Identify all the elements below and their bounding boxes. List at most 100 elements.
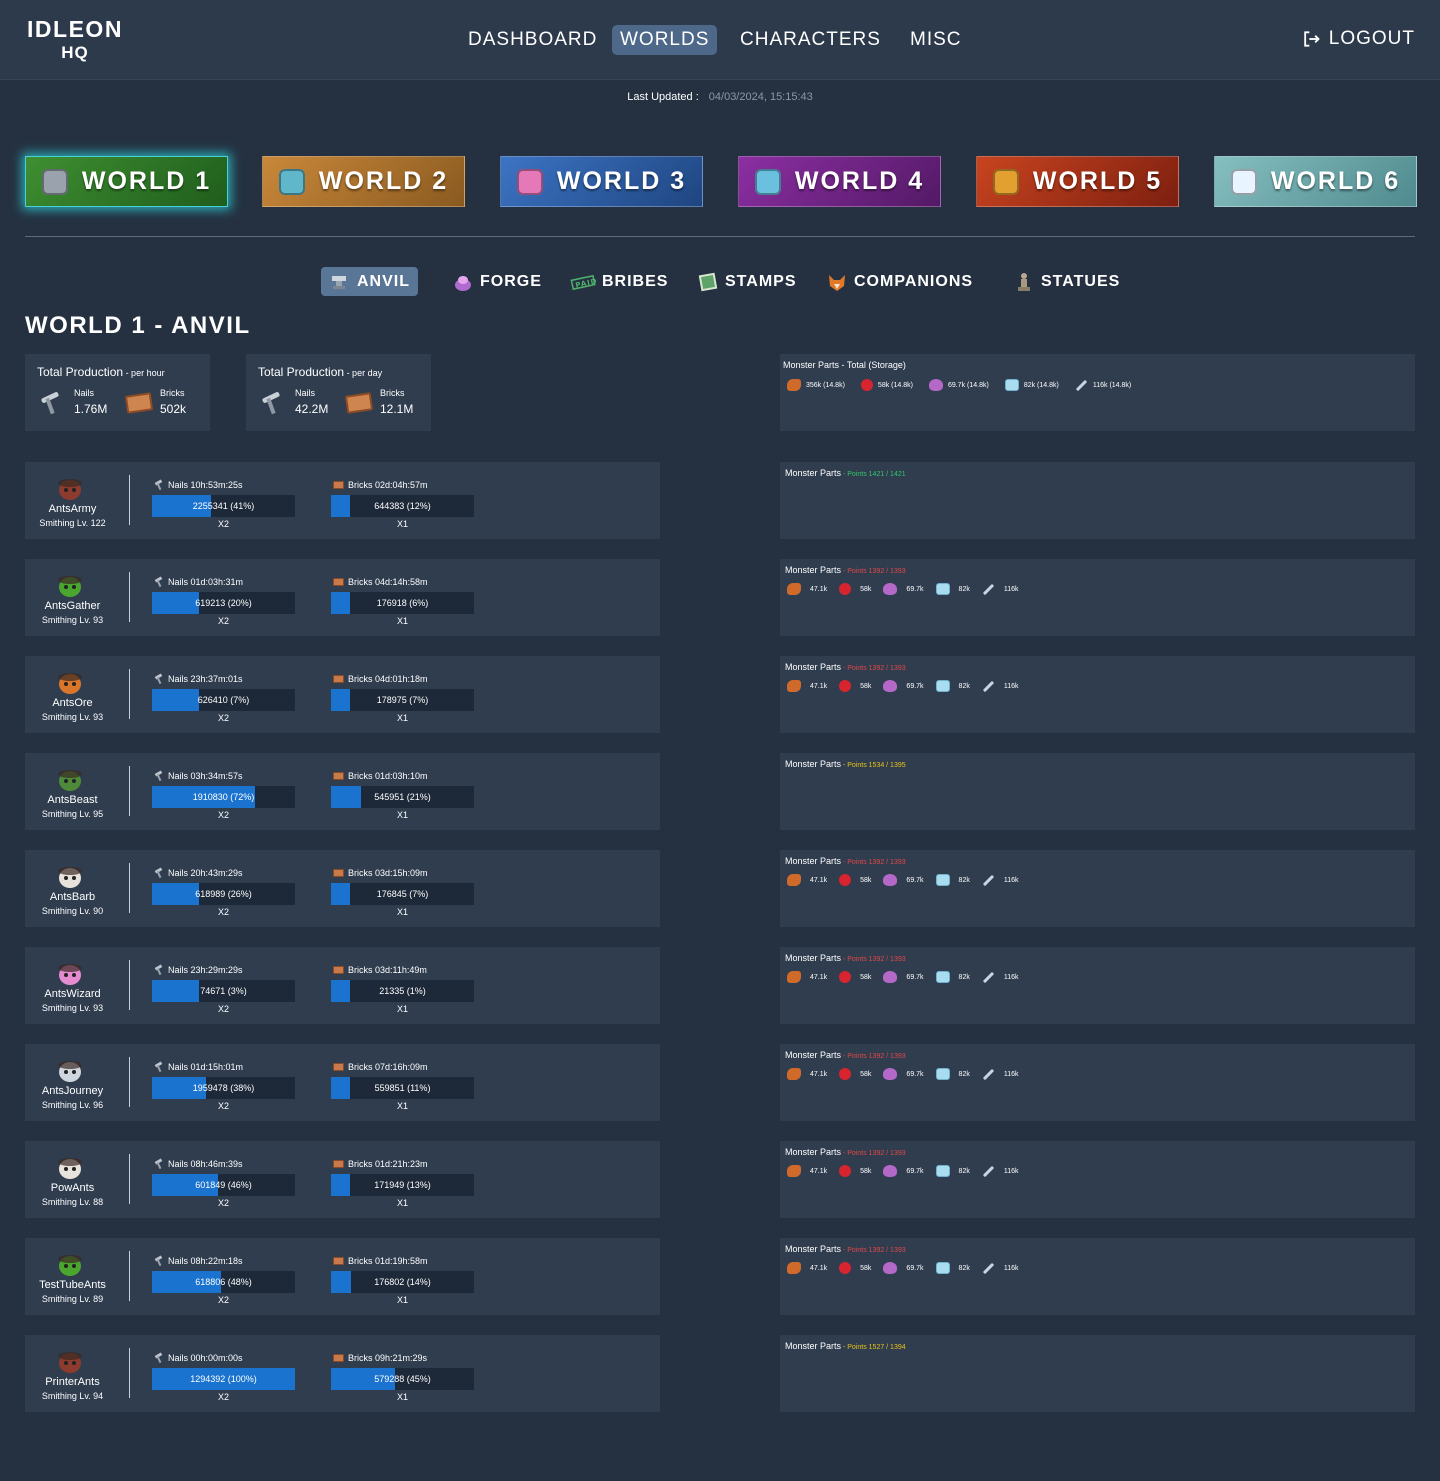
character-avatar	[55, 862, 85, 890]
bricks-timer: Bricks 03d:15h:09m	[333, 868, 428, 878]
tab-stamps[interactable]: STAMPS	[689, 267, 804, 296]
nails-progress-text: 626410 (7%)	[197, 695, 250, 705]
vertical-divider	[129, 1057, 130, 1107]
nav-worlds[interactable]: WORLDS	[612, 25, 718, 55]
vertical-divider	[129, 572, 130, 622]
bricks-timer: Bricks 09h:21m:29s	[333, 1353, 427, 1363]
nails-icon	[154, 868, 164, 878]
monster-part-total: 116k (14.8k)	[1075, 379, 1131, 391]
bricks-time: Bricks 03d:11h:49m	[348, 965, 427, 975]
nails-icon	[154, 965, 164, 975]
monster-parts-total-card: Monster Parts - Total (Storage) 356k (14…	[780, 354, 1415, 431]
monster-parts-points: - Points 1392 / 1393	[841, 568, 906, 575]
character-name: AntsJourney	[41, 1085, 104, 1097]
world-6-button[interactable]: WORLD 6	[1214, 156, 1417, 207]
world-5-icon	[992, 168, 1019, 195]
ice-cube-part-icon	[935, 1165, 950, 1177]
character-anvil-card: AntsArmy Smithing Lv. 122 Nails 10h:53m:25…	[25, 462, 660, 539]
monster-parts-label: Monster Parts	[785, 1341, 842, 1351]
tab-forge[interactable]: FORGE	[444, 267, 550, 296]
monster-part: 47.1k	[787, 1165, 827, 1177]
world-1-icon	[41, 168, 68, 195]
monster-part: 69.7k	[883, 583, 924, 595]
world-5-button[interactable]: WORLD 5	[976, 156, 1179, 207]
monster-parts-title: Monster Parts - Points 1527 / 1394	[785, 1341, 906, 1351]
nails-multiplier: X2	[217, 519, 229, 529]
world-4-button[interactable]: WORLD 4	[738, 156, 941, 207]
character-monster-parts-card: Monster Parts - Points 1534 / 1395	[780, 753, 1415, 830]
needle-part-icon	[982, 1262, 995, 1274]
nails-multiplier: X2	[217, 1004, 229, 1014]
purple-crystal-part-icon	[928, 379, 943, 391]
ice-cube-part-icon	[935, 1262, 950, 1274]
tab-bribes[interactable]: PAID BRIBES	[562, 267, 676, 296]
tab-forge-label: FORGE	[480, 272, 542, 290]
needle-part-icon	[982, 1165, 995, 1177]
monster-parts-title: Monster Parts - Points 1534 / 1395	[785, 759, 906, 769]
monster-part-value: 82k	[958, 1264, 970, 1272]
world-3-button[interactable]: WORLD 3	[500, 156, 703, 207]
tab-companions[interactable]: COMPANIONS	[818, 267, 981, 296]
nails-icon	[154, 1159, 164, 1169]
monster-parts-points: - Points 1392 / 1393	[841, 859, 906, 866]
character-anvil-card: AntsBarb Smithing Lv. 90 Nails 20h:43m:29s…	[25, 850, 660, 927]
nav-dashboard[interactable]: DASHBOARD	[460, 25, 605, 55]
character-smithing-level: Smithing Lv. 90	[41, 906, 104, 916]
bricks-timer: Bricks 04d:01h:18m	[333, 674, 428, 684]
bricks-progress-text: 579288 (45%)	[374, 1374, 431, 1384]
character-avatar	[55, 474, 85, 502]
nails-icon	[259, 390, 287, 416]
monster-parts-title: Monster Parts - Points 1392 / 1393	[785, 1147, 906, 1157]
world-4-icon	[754, 168, 781, 195]
cherry-part-icon	[839, 583, 852, 595]
monster-parts-points: - Points 1392 / 1393	[841, 1247, 906, 1254]
character-name: AntsBarb	[49, 891, 96, 903]
vertical-divider	[129, 1348, 130, 1398]
nails-time: Nails 10h:53m:25s	[168, 480, 243, 490]
monster-parts-list: 47.1k 58k 69.7k 82k 116k	[787, 583, 1019, 595]
tab-statues[interactable]: STATUES	[1005, 267, 1128, 296]
world-2-button[interactable]: WORLD 2	[262, 156, 465, 207]
monster-part: 82k	[935, 583, 970, 595]
world-1-button[interactable]: WORLD 1	[25, 156, 228, 207]
monster-part-value: 58k	[860, 1264, 872, 1272]
monster-part-value: 47.1k	[810, 585, 828, 593]
monster-part: 47.1k	[787, 680, 827, 692]
nails-progress-text: 1910830 (72%)	[192, 792, 255, 802]
monster-part-total: 356k (14.8k)	[787, 379, 845, 391]
bricks-icon	[333, 869, 344, 877]
nav-misc[interactable]: MISC	[902, 25, 970, 55]
character-smithing-level: Smithing Lv. 122	[39, 518, 106, 528]
monster-part-value: 47.1k	[810, 682, 828, 690]
nails-timer: Nails 01d:03h:31m	[154, 577, 243, 587]
last-updated-value: 04/03/2024, 15:15:43	[708, 91, 813, 103]
nav-characters[interactable]: CHARACTERS	[732, 25, 889, 55]
vertical-divider	[129, 669, 130, 719]
meat-part-icon	[787, 680, 801, 692]
purple-crystal-part-icon	[883, 971, 898, 983]
nails-icon	[154, 674, 164, 684]
monster-parts-title: Monster Parts - Points 1392 / 1393	[785, 1050, 906, 1060]
monster-part-value: 69.7k	[906, 1167, 924, 1175]
character-smithing-level: Smithing Lv. 95	[41, 809, 104, 819]
character-monster-parts-card: Monster Parts - Points 1392 / 1393 47.1k 5…	[780, 656, 1415, 733]
monster-parts-title: Monster Parts - Points 1392 / 1393	[785, 856, 906, 866]
character-avatar	[55, 1153, 85, 1181]
total-day-title: Total Production - per day	[258, 365, 382, 379]
tab-anvil[interactable]: ANVIL	[321, 267, 418, 296]
bricks-icon	[333, 1160, 344, 1168]
nails-multiplier: X2	[217, 1198, 229, 1208]
nails-icon	[38, 390, 66, 416]
bricks-time: Bricks 01d:03h:10m	[348, 771, 428, 781]
total-day-nails: Nails 42.2M	[259, 388, 328, 416]
logout-button[interactable]: LOGOUT	[1301, 28, 1415, 50]
last-updated-label: Last Updated :	[627, 91, 699, 103]
character-name: PowAnts	[50, 1182, 95, 1194]
character-name: AntsBeast	[47, 794, 98, 806]
nails-timer: Nails 08h:46m:39s	[154, 1159, 243, 1169]
app-logo[interactable]: IDLEON HQ	[25, 18, 125, 62]
monster-part: 116k	[982, 1165, 1019, 1177]
total-day-subtitle: - per day	[344, 368, 383, 378]
nails-progress-bar: 618806 (48%)	[152, 1271, 295, 1293]
monster-parts-label: Monster Parts	[785, 1147, 842, 1157]
